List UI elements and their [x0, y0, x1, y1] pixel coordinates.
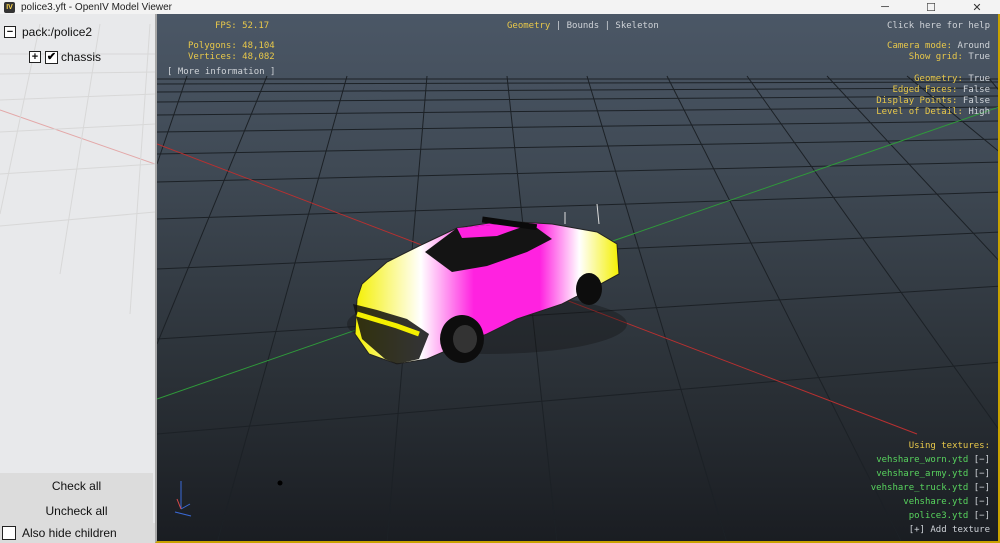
tree-panel-background [0, 23, 155, 315]
maximize-button[interactable]: ☐ [908, 0, 954, 14]
also-hide-children-row[interactable]: Also hide children [0, 523, 155, 543]
3d-viewport[interactable]: FPS: 52.17 Polygons: 48,104 Vertices: 48… [155, 14, 1000, 543]
more-information-link[interactable]: [ More information ] [167, 67, 275, 78]
texture-item: vehshare_truck.ytd [−] [870, 483, 990, 493]
uncheck-all-button[interactable]: Uncheck all [0, 498, 153, 523]
also-hide-children-checkbox[interactable] [2, 526, 16, 540]
model-tree-panel: − pack:/police2 + ✔ chassis Check all Un… [0, 14, 155, 543]
tree-item-chassis-label[interactable]: chassis [61, 50, 101, 64]
texture-item: vehshare.ytd [−] [903, 497, 990, 507]
window-title: police3.yft - OpenIV Model Viewer [21, 1, 173, 13]
remove-texture-button[interactable]: [−] [974, 511, 990, 521]
police-car-model [347, 203, 627, 365]
polygons-readout: Polygons: 48,104 [188, 41, 275, 51]
view-mode-tabs: Geometry | Bounds | Skeleton [507, 21, 659, 31]
setting-camera-mode[interactable]: Camera mode: Around [887, 41, 990, 51]
close-button[interactable]: ✕ [954, 0, 1000, 14]
tab-bounds[interactable]: Bounds [567, 21, 600, 31]
remove-texture-button[interactable]: [−] [974, 483, 990, 493]
also-hide-children-label[interactable]: Also hide children [22, 526, 117, 540]
setting-geometry[interactable]: Geometry: True [914, 74, 990, 84]
texture-item: vehshare_worn.ytd [−] [876, 455, 990, 465]
chassis-checkbox[interactable]: ✔ [45, 50, 58, 64]
title-bar: IV police3.yft - OpenIV Model Viewer ─ ☐… [0, 0, 1000, 14]
tab-skeleton[interactable]: Skeleton [615, 21, 658, 31]
setting-edged-faces[interactable]: Edged Faces: False [892, 85, 990, 95]
check-all-button[interactable]: Check all [0, 473, 153, 498]
fps-readout: FPS: 52.17 [215, 21, 270, 31]
setting-show-grid[interactable]: Show grid: True [909, 52, 990, 62]
tree-root-label[interactable]: pack:/police2 [22, 25, 92, 39]
tree-root-row[interactable]: − pack:/police2 [4, 25, 92, 39]
tree-item-chassis[interactable]: + ✔ chassis [29, 50, 101, 64]
texture-item: police3.ytd [−] [908, 511, 990, 521]
vertices-readout: Vertices: 48,082 [188, 52, 275, 62]
scene-canvas[interactable] [157, 14, 1000, 543]
collapse-icon[interactable]: − [4, 26, 16, 38]
openiv-app-icon: IV [4, 1, 15, 13]
setting-level-of-detail[interactable]: Level of Detail: High [876, 107, 990, 117]
tab-geometry[interactable]: Geometry [507, 21, 550, 31]
remove-texture-button[interactable]: [−] [974, 497, 990, 507]
remove-texture-button[interactable]: [−] [974, 469, 990, 479]
add-texture-button[interactable]: [+] Add texture [909, 525, 990, 535]
textures-heading: Using textures: [908, 441, 990, 451]
origin-marker [277, 480, 283, 486]
axis-gizmo [174, 481, 192, 517]
texture-item: vehshare_army.ytd [−] [876, 469, 990, 479]
remove-texture-button[interactable]: [−] [974, 455, 990, 465]
help-link[interactable]: Click here for help [887, 21, 990, 32]
minimize-button[interactable]: ─ [862, 0, 908, 14]
window-controls: ─ ☐ ✕ [862, 0, 1000, 14]
expand-icon[interactable]: + [29, 51, 41, 63]
setting-display-points[interactable]: Display Points: False [876, 96, 990, 106]
